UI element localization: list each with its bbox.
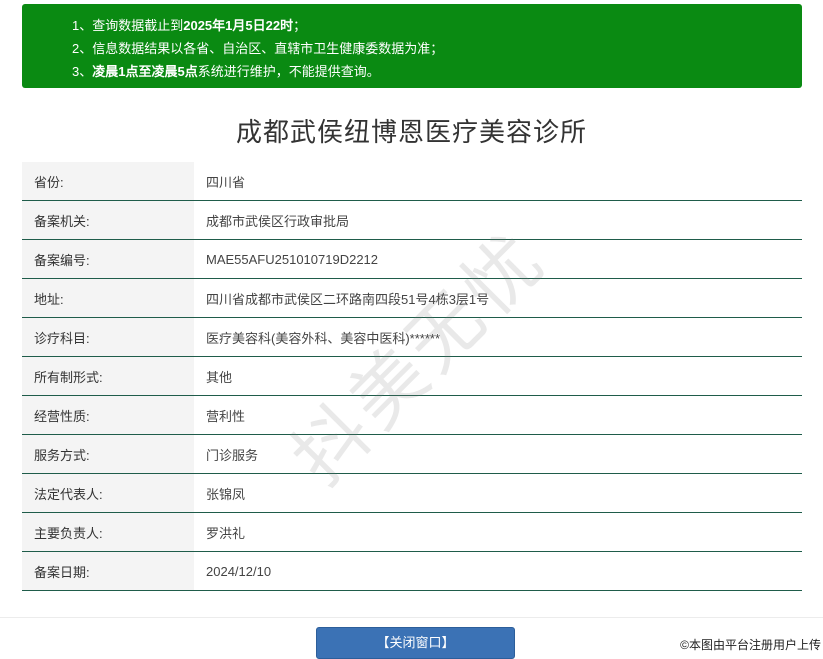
row-value: 2024/12/10 (194, 551, 802, 591)
row-value: 张锦凤 (194, 473, 802, 513)
row-label: 服务方式: (22, 434, 194, 474)
row-value: 医疗美容科(美容外科、美容中医科)****** (194, 317, 802, 357)
table-row: 经营性质: 营利性 (22, 395, 802, 435)
row-label: 地址: (22, 278, 194, 318)
row-label: 备案编号: (22, 239, 194, 279)
close-window-button[interactable]: 【关闭窗口】 (316, 627, 515, 659)
table-row: 备案编号: MAE55AFU251010719D2212 (22, 239, 802, 279)
row-value: 罗洪礼 (194, 512, 802, 552)
table-row: 法定代表人: 张锦凤 (22, 473, 802, 513)
row-label: 省份: (22, 162, 194, 201)
table-row: 服务方式: 门诊服务 (22, 434, 802, 474)
row-label: 主要负责人: (22, 512, 194, 552)
row-value: 四川省 (194, 162, 802, 201)
row-label: 法定代表人: (22, 473, 194, 513)
table-row: 主要负责人: 罗洪礼 (22, 512, 802, 552)
notice-line-3: 3、凌晨1点至凌晨5点系统进行维护，不能提供查询。 (72, 64, 380, 79)
row-label: 备案日期: (22, 551, 194, 591)
row-label: 所有制形式: (22, 356, 194, 396)
notice-banner: 1、查询数据截止到2025年1月5日22时； 2、信息数据结果以各省、自治区、直… (22, 4, 802, 88)
row-value: 其他 (194, 356, 802, 396)
table-row: 诊疗科目: 医疗美容科(美容外科、美容中医科)****** (22, 317, 802, 357)
row-value: 营利性 (194, 395, 802, 435)
info-table: 省份: 四川省 备案机关: 成都市武侯区行政审批局 备案编号: MAE55AFU251… (22, 162, 802, 591)
page-title: 成都武侯纽博恩医疗美容诊所 (235, 117, 587, 147)
row-value: 成都市武侯区行政审批局 (194, 200, 802, 240)
table-row: 备案日期: 2024/12/10 (22, 551, 802, 591)
row-label: 诊疗科目: (22, 317, 194, 357)
notice-line-1: 1、查询数据截止到2025年1月5日22时； (72, 18, 307, 33)
table-row: 备案机关: 成都市武侯区行政审批局 (22, 200, 802, 240)
table-row: 省份: 四川省 (22, 162, 802, 201)
table-row: 地址: 四川省成都市武侯区二环路南四段51号4栋3层1号 (22, 278, 802, 318)
footer-divider (0, 617, 823, 618)
upload-credit: ©本图由平台注册用户上传 (680, 636, 821, 653)
row-value: 门诊服务 (194, 434, 802, 474)
notice-line-2: 2、信息数据结果以各省、自治区、直辖市卫生健康委数据为准； (72, 41, 444, 56)
row-label: 经营性质: (22, 395, 194, 435)
row-label: 备案机关: (22, 200, 194, 240)
row-value: MAE55AFU251010719D2212 (194, 239, 802, 279)
table-row: 所有制形式: 其他 (22, 356, 802, 396)
row-value: 四川省成都市武侯区二环路南四段51号4栋3层1号 (194, 278, 802, 318)
